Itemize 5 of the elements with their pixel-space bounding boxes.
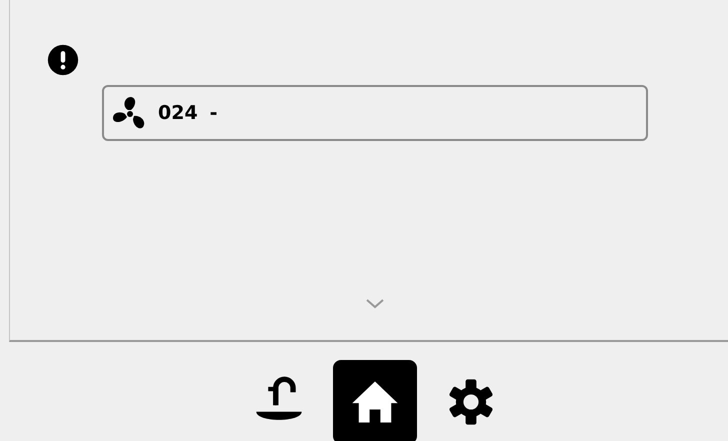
fan-entry-row[interactable]: 024 - bbox=[102, 85, 648, 141]
alert-icon bbox=[47, 44, 79, 76]
nav-button[interactable] bbox=[333, 360, 417, 441]
fan-value: - bbox=[210, 102, 218, 124]
fan-code: 024 bbox=[158, 102, 198, 124]
